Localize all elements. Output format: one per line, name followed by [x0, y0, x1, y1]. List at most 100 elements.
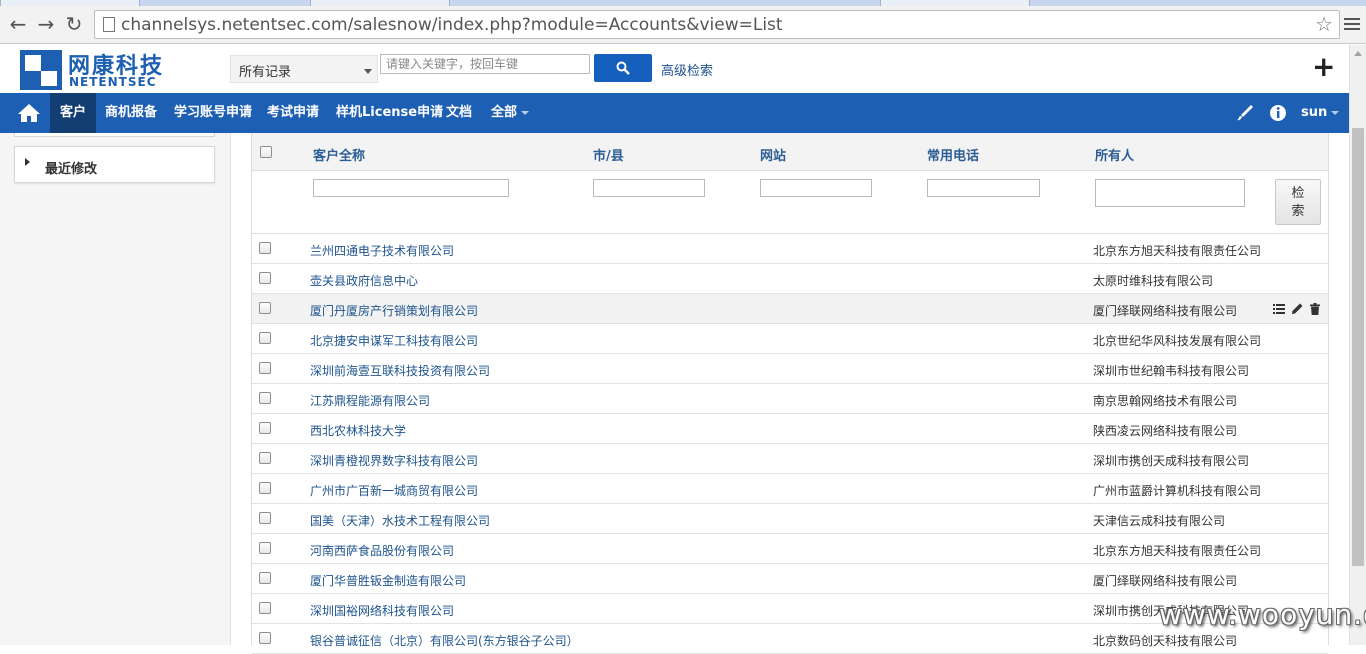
- row-checkbox[interactable]: [259, 632, 271, 644]
- filter-website-input[interactable]: [760, 179, 872, 197]
- browser-menu-icon[interactable]: [1344, 18, 1360, 33]
- table-row[interactable]: 广州市广百新一城商贸有限公司 广州市蓝爵计算机科技有限公司: [252, 474, 1328, 504]
- page-scrollbar[interactable]: [1349, 45, 1366, 645]
- forward-icon[interactable]: →: [36, 14, 56, 34]
- table-row[interactable]: 河南西萨食品股份有限公司 北京东方旭天科技有限责任公司: [252, 534, 1328, 564]
- column-header-city[interactable]: 市/县: [593, 145, 624, 164]
- company-logo[interactable]: 网康科技 NETENTSEC: [20, 48, 180, 90]
- filter-account-name-input[interactable]: [313, 179, 509, 197]
- account-name-link[interactable]: 深圳前海壹互联科技投资有限公司: [310, 362, 490, 379]
- nav-item-documents[interactable]: 文档: [446, 93, 472, 133]
- row-checkbox[interactable]: [259, 242, 271, 254]
- column-header-owner[interactable]: 所有人: [1095, 145, 1134, 164]
- row-checkbox[interactable]: [259, 452, 271, 464]
- column-header-website[interactable]: 网站: [760, 145, 786, 164]
- account-owner: 北京数码创天科技有限公司: [1093, 634, 1238, 648]
- chevron-down-icon: [1331, 110, 1340, 115]
- filter-search-label-1: 检: [1291, 186, 1305, 201]
- advanced-search-link[interactable]: 高级检索: [661, 60, 713, 79]
- trash-icon[interactable]: [1309, 303, 1321, 315]
- account-name-link[interactable]: 银谷普诚征信（北京）有限公司(东方银谷子公司）: [310, 632, 579, 649]
- record-scope-select[interactable]: 所有记录: [230, 55, 378, 83]
- filter-search-button[interactable]: 检 索: [1275, 179, 1321, 225]
- account-owner: 北京世纪华风科技发展有限公司: [1093, 334, 1262, 348]
- list-view-icon[interactable]: [1273, 303, 1285, 315]
- sidebar: 最近修改: [0, 133, 231, 645]
- table-row[interactable]: 江苏鼎程能源有限公司 南京思翰网络技术有限公司: [252, 384, 1328, 414]
- edit-pencil-icon[interactable]: [1291, 303, 1303, 315]
- account-name-link[interactable]: 北京捷安申谋军工科技有限公司: [310, 332, 478, 349]
- nav-item-study-account[interactable]: 学习账号申请: [174, 93, 252, 133]
- account-owner: 广州市蓝爵计算机科技有限公司: [1093, 484, 1262, 498]
- recently-modified-panel[interactable]: 最近修改: [14, 146, 215, 183]
- row-checkbox[interactable]: [259, 302, 271, 314]
- account-owner: 北京东方旭天科技有限责任公司: [1093, 244, 1262, 258]
- table-row[interactable]: 西北农林科技大学 陕西凌云网络科技有限公司: [252, 414, 1328, 444]
- search-button[interactable]: [594, 54, 652, 82]
- row-checkbox[interactable]: [259, 272, 271, 284]
- nav-item-accounts[interactable]: 客户: [50, 93, 97, 133]
- filter-phone-input[interactable]: [927, 179, 1040, 197]
- table-row[interactable]: 深圳青橙视界数字科技有限公司 深圳市携创天成科技有限公司: [252, 444, 1328, 474]
- quick-create-plus-icon[interactable]: +: [1312, 53, 1335, 81]
- row-checkbox[interactable]: [259, 572, 271, 584]
- scroll-up-arrow-icon[interactable]: [1354, 51, 1362, 56]
- bookmark-star-icon[interactable]: ☆: [1315, 12, 1333, 36]
- row-checkbox[interactable]: [259, 482, 271, 494]
- row-checkbox[interactable]: [259, 332, 271, 344]
- account-owner: 北京东方旭天科技有限责任公司: [1093, 544, 1262, 558]
- table-row[interactable]: 兰州四通电子技术有限公司 北京东方旭天科技有限责任公司: [252, 234, 1328, 264]
- nav-item-opportunity-report[interactable]: 商机报备: [105, 93, 157, 133]
- address-url[interactable]: channelsys.netentsec.com/salesnow/index.…: [121, 15, 783, 35]
- account-name-link[interactable]: 壶关县政府信息中心: [310, 272, 418, 289]
- home-icon[interactable]: [16, 102, 42, 124]
- table-row[interactable]: 厦门丹厦房产行销策划有限公司 厦门绎联网络科技有限公司: [252, 294, 1328, 324]
- account-name-link[interactable]: 深圳青橙视界数字科技有限公司: [310, 452, 478, 469]
- table-row[interactable]: 壶关县政府信息中心 太原时维科技有限公司: [252, 264, 1328, 294]
- row-checkbox[interactable]: [259, 422, 271, 434]
- row-checkbox[interactable]: [259, 542, 271, 554]
- address-bar[interactable]: channelsys.netentsec.com/salesnow/index.…: [94, 10, 1340, 39]
- account-name-link[interactable]: 广州市广百新一城商贸有限公司: [310, 482, 478, 499]
- page-icon: [103, 17, 115, 32]
- filter-owner-input[interactable]: [1095, 179, 1245, 207]
- account-name-link[interactable]: 西北农林科技大学: [310, 422, 406, 439]
- account-owner: 南京思翰网络技术有限公司: [1093, 394, 1238, 408]
- row-checkbox[interactable]: [259, 362, 271, 374]
- filter-city-input[interactable]: [593, 179, 705, 197]
- row-checkbox[interactable]: [259, 512, 271, 524]
- row-checkbox[interactable]: [259, 602, 271, 614]
- nav-item-all-label: 全部: [491, 105, 518, 120]
- account-name-link[interactable]: 国美（天津）水技术工程有限公司: [310, 512, 490, 529]
- reload-icon[interactable]: ↻: [64, 14, 84, 34]
- table-row[interactable]: 厦门华普胜钣金制造有限公司 厦门绎联网络科技有限公司: [252, 564, 1328, 594]
- user-name: sun: [1301, 105, 1328, 120]
- table-row[interactable]: 国美（天津）水技术工程有限公司 天津信云成科技有限公司: [252, 504, 1328, 534]
- account-name-link[interactable]: 兰州四通电子技术有限公司: [310, 242, 454, 259]
- column-header-phone[interactable]: 常用电话: [927, 145, 979, 164]
- select-all-checkbox[interactable]: [260, 146, 272, 158]
- nav-item-exam-apply[interactable]: 考试申请: [267, 93, 319, 133]
- nav-item-license-apply[interactable]: 样机License申请: [336, 93, 443, 133]
- user-menu[interactable]: sun: [1301, 93, 1340, 133]
- account-name-link[interactable]: 江苏鼎程能源有限公司: [310, 392, 430, 409]
- caret-right-icon: [25, 158, 30, 166]
- brush-icon[interactable]: [1235, 103, 1255, 123]
- table-row[interactable]: 深圳前海壹互联科技投资有限公司 深圳市世纪翰韦科技有限公司: [252, 354, 1328, 384]
- back-icon[interactable]: ←: [8, 14, 28, 34]
- column-header-account-name[interactable]: 客户全称: [313, 145, 365, 164]
- nav-item-all[interactable]: 全部: [491, 93, 530, 133]
- scrollbar-thumb[interactable]: [1352, 128, 1364, 566]
- list-header: 客户全称 市/县 网站 常用电话 所有人: [252, 133, 1328, 171]
- search-icon: [616, 61, 630, 75]
- account-name-link[interactable]: 厦门丹厦房产行销策划有限公司: [310, 302, 478, 319]
- account-name-link[interactable]: 深圳国裕网络科技有限公司: [310, 602, 454, 619]
- info-icon[interactable]: [1268, 103, 1288, 123]
- account-name-link[interactable]: 河南西萨食品股份有限公司: [310, 542, 454, 559]
- app-header: 网康科技 NETENTSEC 所有记录 高级检索 +: [0, 45, 1349, 93]
- chevron-down-icon: [521, 110, 530, 115]
- table-row[interactable]: 北京捷安申谋军工科技有限公司 北京世纪华风科技发展有限公司: [252, 324, 1328, 354]
- account-name-link[interactable]: 厦门华普胜钣金制造有限公司: [310, 572, 466, 589]
- row-checkbox[interactable]: [259, 392, 271, 404]
- global-search-input[interactable]: [380, 54, 590, 74]
